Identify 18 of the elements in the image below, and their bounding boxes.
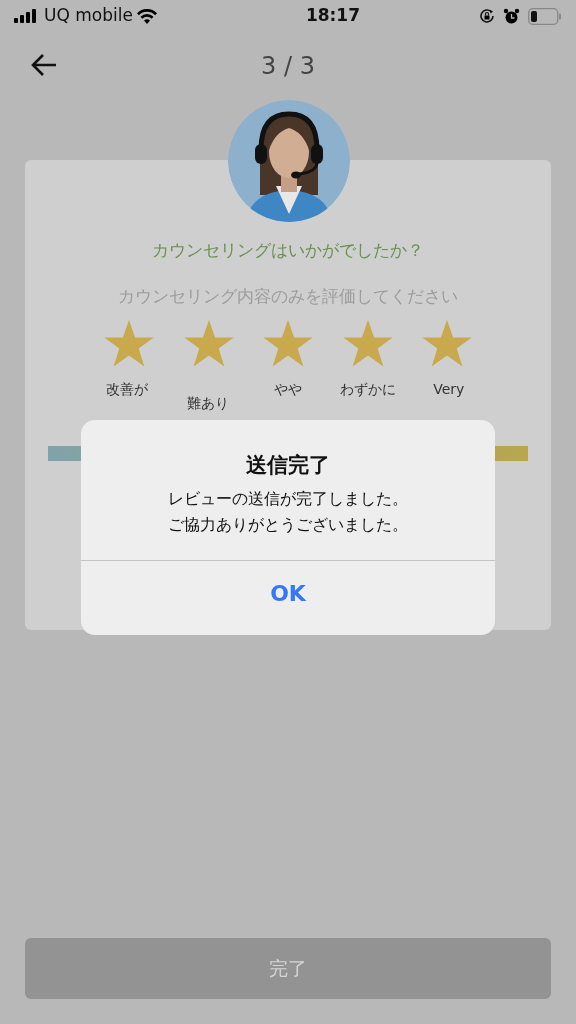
wifi-icon — [136, 8, 157, 24]
back-arrow-icon[interactable] — [30, 53, 58, 77]
alert-message: レビューの送信が完了しました。 — [168, 489, 408, 508]
progress-counter: 3 / 3 — [261, 52, 315, 80]
question-text: カウンセリングはいかがでしたか？ — [151, 239, 425, 262]
alarm-icon — [503, 7, 520, 25]
alert-message: ご協力ありがとうございました。 — [168, 515, 408, 534]
alert-title: 送信完了 — [246, 453, 330, 477]
rating-label: 難あり — [186, 395, 229, 411]
carrier-name: UQ mobile — [44, 4, 133, 28]
orientation-lock-icon — [479, 8, 495, 24]
rating-label: 改善が — [106, 381, 149, 397]
ok-button[interactable]: OK — [81, 560, 495, 627]
rating-label: わずかに — [340, 381, 397, 397]
rating-label: やや — [274, 381, 302, 397]
battery-icon — [528, 7, 562, 25]
rating-label: Very — [433, 381, 465, 397]
clock: 18:17 — [305, 4, 360, 28]
